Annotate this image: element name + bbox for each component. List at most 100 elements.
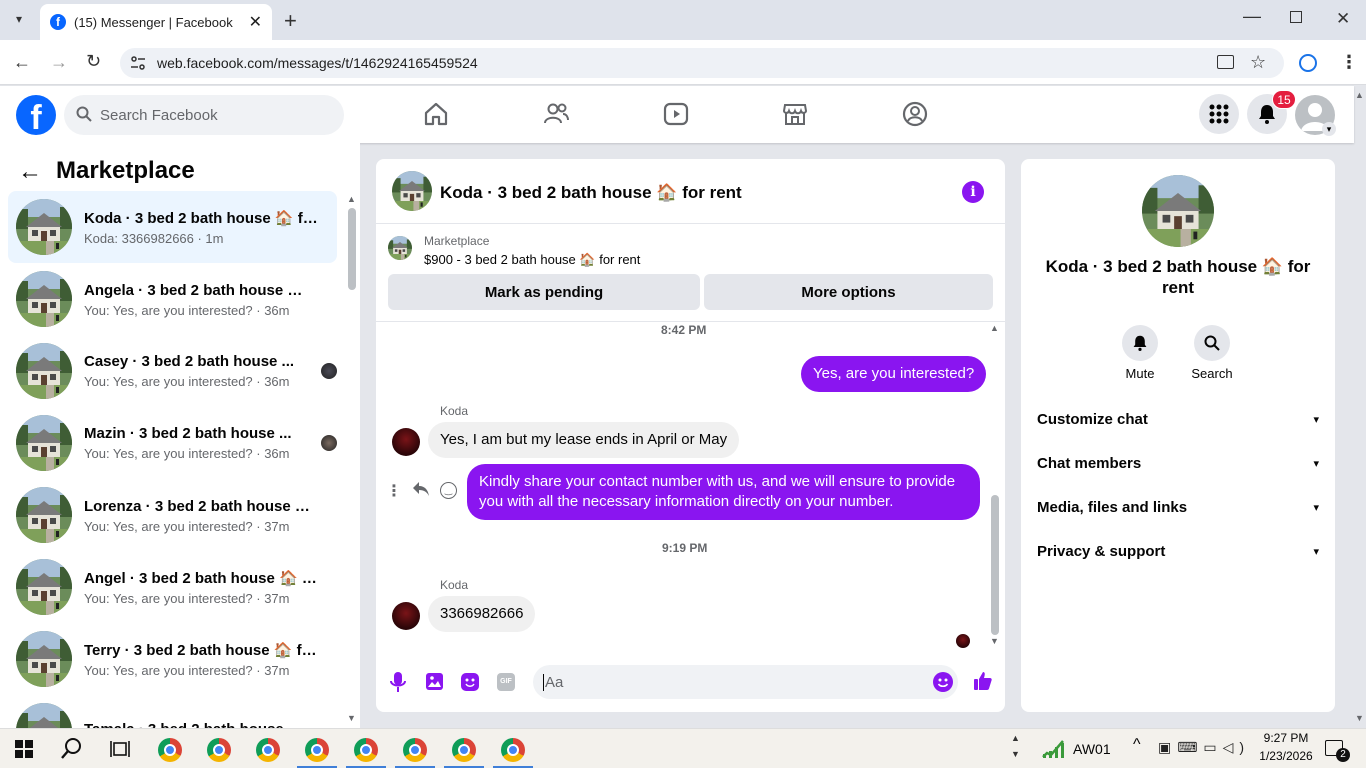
sidebar-scrollbar[interactable] bbox=[348, 208, 356, 290]
chat-scroll-up-icon[interactable]: ▲ bbox=[990, 323, 999, 333]
chat-title[interactable]: Koda · 3 bed 2 bath house 🏠 for rent bbox=[440, 183, 742, 203]
conversation-avatar bbox=[16, 199, 72, 255]
site-info-icon[interactable] bbox=[130, 55, 146, 71]
message-more-icon[interactable]: ⋮ bbox=[386, 481, 402, 501]
browser-menu-icon[interactable]: ⋮ bbox=[1340, 52, 1358, 73]
outgoing-message[interactable]: Yes, are you interested? bbox=[801, 356, 987, 392]
task-view-icon[interactable] bbox=[110, 740, 130, 763]
search-button[interactable] bbox=[1194, 325, 1230, 361]
chat-info-panel: Koda · 3 bed 2 bath house 🏠 for rent Mut… bbox=[1021, 159, 1335, 712]
chrome-icon[interactable] bbox=[256, 738, 280, 762]
bookmark-star-icon[interactable]: ☆ bbox=[1250, 52, 1266, 73]
conversation-item[interactable]: Lorenza · 3 bed 2 bath house 🏠 ... You: Y… bbox=[8, 479, 337, 551]
conversation-item[interactable]: Koda · 3 bed 2 bath house 🏠 fo... Koda: 3… bbox=[8, 191, 337, 263]
profile-icon[interactable] bbox=[1299, 54, 1317, 72]
account-chevron-icon[interactable]: ▾ bbox=[1322, 122, 1336, 136]
friends-icon[interactable] bbox=[542, 100, 570, 128]
back-arrow-icon[interactable]: ← bbox=[18, 158, 42, 186]
close-window-button[interactable]: ✕ bbox=[1336, 9, 1350, 29]
facebook-logo[interactable]: f bbox=[16, 95, 56, 135]
start-windows-icon[interactable] bbox=[15, 740, 33, 763]
sticker-icon[interactable] bbox=[461, 673, 479, 691]
conversation-item[interactable]: Terry · 3 bed 2 bath house 🏠 fo... You: Y… bbox=[8, 623, 337, 695]
section-media-files-links[interactable]: Media, files and links ▾ bbox=[1037, 499, 1319, 516]
listing-text[interactable]: $900 - 3 bed 2 bath house 🏠 for rent bbox=[424, 252, 640, 268]
read-receipt-avatar bbox=[321, 363, 337, 379]
section-customize-chat[interactable]: Customize chat ▾ bbox=[1037, 411, 1319, 428]
mark-as-pending-button[interactable]: Mark as pending bbox=[388, 274, 700, 310]
section-privacy-support[interactable]: Privacy & support ▾ bbox=[1037, 543, 1319, 560]
page-scroll-up-icon[interactable]: ▲ bbox=[1355, 90, 1364, 100]
sidebar-scroll-down-icon[interactable]: ▼ bbox=[347, 713, 356, 723]
contact-avatar[interactable] bbox=[1142, 175, 1214, 247]
react-emoji-icon[interactable]: ‿ bbox=[440, 482, 457, 499]
browser-tab[interactable]: f (15) Messenger | Facebook ✕ bbox=[40, 4, 272, 40]
info-icon[interactable]: i bbox=[962, 181, 984, 203]
chrome-icon[interactable] bbox=[354, 738, 378, 762]
conversation-item[interactable]: Casey · 3 bed 2 bath house ... You: Yes, … bbox=[8, 335, 337, 407]
back-icon[interactable]: ← bbox=[13, 52, 31, 73]
section-chat-members[interactable]: Chat members ▾ bbox=[1037, 455, 1319, 472]
message-input[interactable]: Aa bbox=[533, 665, 958, 699]
network-signal-icon[interactable] bbox=[1041, 737, 1065, 764]
chrome-icon[interactable] bbox=[452, 738, 476, 762]
sender-name: Koda bbox=[440, 578, 469, 592]
chrome-icon[interactable] bbox=[158, 738, 182, 762]
contact-name-line: Koda · 3 bed 2 bath house 🏠 for bbox=[1045, 257, 1311, 276]
tray-icons[interactable]: ▣⌨▭◁) bbox=[1158, 739, 1250, 756]
home-icon[interactable] bbox=[422, 100, 450, 128]
clock-date[interactable]: 1/23/2026 bbox=[1252, 749, 1320, 763]
restore-button[interactable] bbox=[1290, 11, 1302, 23]
install-app-icon[interactable] bbox=[1217, 55, 1234, 69]
conversation-item[interactable]: Mazin · 3 bed 2 bath house ... You: Yes, … bbox=[8, 407, 337, 479]
chrome-icon[interactable] bbox=[305, 738, 329, 762]
chrome-center bbox=[409, 744, 421, 756]
photo-icon[interactable] bbox=[426, 673, 443, 690]
chat-scroll-down-icon[interactable]: ▼ bbox=[990, 636, 999, 646]
conversation-item[interactable]: Angel · 3 bed 2 bath house 🏠 f... You: Ye… bbox=[8, 551, 337, 623]
network-label[interactable]: AW01 bbox=[1073, 741, 1111, 757]
conversation-preview: You: Yes, are you interested? · 37m bbox=[84, 590, 290, 606]
forward-icon[interactable]: → bbox=[50, 52, 68, 73]
listing-thumbnail[interactable] bbox=[388, 236, 412, 260]
tray-chevron-icon[interactable]: ^ bbox=[1133, 736, 1141, 754]
emoji-icon[interactable] bbox=[933, 672, 953, 692]
facebook-search-input[interactable]: Search Facebook bbox=[64, 95, 344, 135]
contact-name-line: rent bbox=[1161, 278, 1195, 297]
chrome-icon[interactable] bbox=[403, 738, 427, 762]
page-scroll-down-icon[interactable]: ▼ bbox=[1355, 713, 1364, 723]
address-bar[interactable]: web.facebook.com/messages/t/146292416545… bbox=[120, 48, 1284, 78]
new-tab-button[interactable]: + bbox=[284, 8, 297, 34]
more-options-button[interactable]: More options bbox=[704, 274, 993, 310]
menu-grid-button[interactable] bbox=[1199, 94, 1239, 134]
gif-icon[interactable]: GIF bbox=[497, 673, 515, 691]
clock-time[interactable]: 9:27 PM bbox=[1258, 731, 1314, 745]
marketplace-icon[interactable] bbox=[781, 100, 809, 128]
mute-button[interactable] bbox=[1122, 325, 1158, 361]
tray-scroll-icon[interactable]: ▲ ▼ bbox=[1011, 730, 1020, 762]
microphone-icon[interactable] bbox=[390, 671, 406, 698]
conversation-item[interactable]: Angela · 3 bed 2 bath house 🏠 ... You: Ye… bbox=[8, 263, 337, 335]
section-label: Customize chat bbox=[1037, 411, 1148, 428]
sender-avatar[interactable] bbox=[392, 602, 420, 630]
incoming-message[interactable]: 3366982666 bbox=[428, 596, 536, 632]
video-icon[interactable] bbox=[662, 100, 690, 128]
chat-scrollbar[interactable] bbox=[991, 495, 999, 635]
notification-center-badge: 2 bbox=[1336, 748, 1350, 762]
reload-icon[interactable]: ↻ bbox=[86, 51, 101, 72]
message-line: Kindly share your contact number with us… bbox=[479, 473, 956, 490]
thumbs-up-icon[interactable] bbox=[973, 671, 993, 696]
outgoing-message-long[interactable]: Kindly share your contact number with us… bbox=[467, 464, 980, 520]
sender-avatar[interactable] bbox=[392, 428, 420, 456]
chrome-icon[interactable] bbox=[207, 738, 231, 762]
tab-close-icon[interactable]: ✕ bbox=[249, 12, 262, 32]
gaming-icon[interactable] bbox=[901, 100, 929, 128]
chrome-icon[interactable] bbox=[501, 738, 525, 762]
chat-header-avatar[interactable] bbox=[392, 171, 432, 211]
incoming-message[interactable]: Yes, I am but my lease ends in April or … bbox=[428, 422, 740, 458]
minimize-button[interactable]: — bbox=[1243, 6, 1261, 27]
sidebar-scroll-up-icon[interactable]: ▲ bbox=[347, 194, 356, 204]
tab-search-icon[interactable]: ▾ bbox=[10, 12, 28, 30]
reply-icon[interactable] bbox=[412, 481, 430, 502]
taskbar-search-icon[interactable] bbox=[61, 737, 83, 764]
